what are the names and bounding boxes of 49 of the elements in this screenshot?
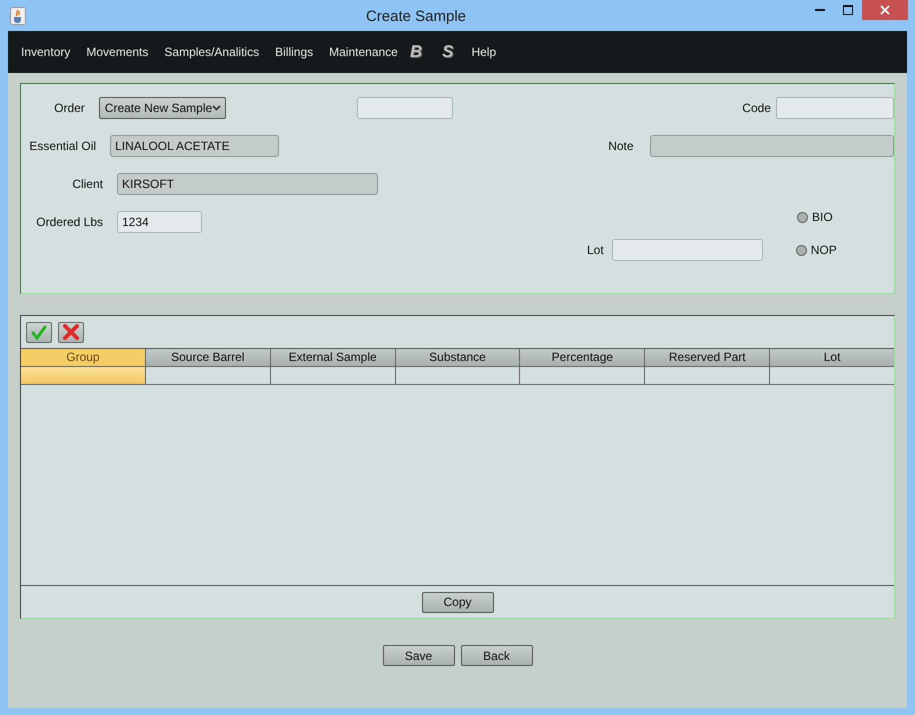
ordered-lbs-field[interactable]: 1234 [117,211,202,233]
x-mark-icon [63,324,79,340]
close-icon [880,5,890,15]
maximize-icon [843,5,853,15]
field-label: Lot [587,243,604,257]
chevron-down-icon [212,105,222,111]
close-button[interactable] [862,0,908,20]
menu-item[interactable]: Maintenance [321,40,406,64]
confirm-button[interactable] [26,322,52,342]
column-header[interactable]: Source Barrel [146,349,271,367]
table-cell[interactable] [396,367,520,385]
code-field[interactable] [776,97,894,119]
java-cup-icon [10,6,26,24]
column-header[interactable]: Percentage [520,349,646,367]
menu-logo[interactable]: S [432,42,464,62]
save-button[interactable]: Save [382,645,454,666]
field-label: Ordered Lbs [35,215,103,229]
field-label: Order [53,101,85,115]
menu-item[interactable]: Help [463,40,504,64]
back-button[interactable]: Back [460,645,532,666]
menu-item[interactable]: Samples/Analitics [156,40,268,64]
delete-button[interactable] [58,322,84,342]
menu-item[interactable]: Movements [78,40,156,64]
radio-button[interactable]: NOP [796,243,837,257]
column-header[interactable]: External Sample [270,349,396,367]
table-cell[interactable] [270,367,396,385]
order-dropdown[interactable]: Create New Sample [98,97,226,119]
menu-logo[interactable]: B [406,42,432,62]
field-label: Note [607,139,634,153]
column-header[interactable]: Substance [396,349,520,367]
table-cell[interactable] [520,367,646,385]
column-header[interactable]: Reserved Part [645,349,770,367]
column-header[interactable]: Group [21,349,146,367]
column-header[interactable]: Lot [770,349,894,367]
field-label: Code [741,101,771,115]
menu-item[interactable]: Inventory [13,40,78,64]
radio-button[interactable]: BIO [797,210,833,224]
lot-field[interactable] [612,239,763,261]
table-cell[interactable] [146,367,271,385]
input-field[interactable] [357,97,454,119]
copy-button[interactable]: Copy [422,592,494,612]
minimize-icon [815,9,825,11]
table-cell[interactable] [21,367,146,385]
table-cell[interactable] [645,367,770,385]
window-title: Create Sample [364,7,468,25]
field-label: Client [71,177,103,191]
field-label: Essential Oil [28,139,96,153]
checkmark-icon [31,324,47,340]
menu-item[interactable]: Billings [267,40,322,64]
